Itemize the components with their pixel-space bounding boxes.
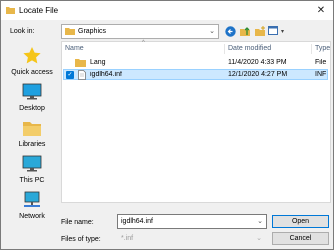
file-type-select[interactable]: *.inf ⌄ bbox=[117, 232, 265, 245]
file-name-label: File name: bbox=[61, 219, 94, 226]
place-label: Network bbox=[19, 213, 45, 220]
back-arrow-icon bbox=[224, 25, 236, 37]
look-in-label: Look in: bbox=[10, 28, 35, 35]
place-network[interactable]: Network bbox=[7, 191, 57, 220]
place-label: Quick access bbox=[11, 69, 53, 76]
file-name-value: igdlh64.inf bbox=[121, 218, 153, 225]
file-name: Lang bbox=[90, 59, 106, 66]
back-button[interactable] bbox=[223, 24, 237, 38]
up-folder-button[interactable] bbox=[238, 24, 252, 38]
chevron-down-icon: ▾ bbox=[280, 28, 284, 35]
open-button[interactable]: Open bbox=[272, 215, 329, 228]
star-icon bbox=[23, 47, 41, 64]
close-icon: ✕ bbox=[316, 5, 326, 16]
close-button[interactable]: ✕ bbox=[309, 1, 333, 20]
place-this-pc[interactable]: This PC bbox=[7, 155, 57, 184]
network-icon bbox=[24, 191, 40, 207]
view-grid-icon bbox=[267, 26, 278, 35]
column-divider[interactable] bbox=[311, 44, 312, 54]
checkbox-checked-icon[interactable]: ✓ bbox=[66, 71, 74, 79]
locate-file-dialog: Locate File ✕ Look in: Graphics ⌄ ▾ Quic… bbox=[0, 0, 334, 250]
place-label: This PC bbox=[19, 177, 45, 184]
file-name-input[interactable]: igdlh64.inf ⌄ bbox=[117, 214, 267, 229]
chevron-down-icon[interactable]: ⌄ bbox=[257, 217, 263, 225]
folder-icon bbox=[6, 7, 15, 14]
libraries-icon bbox=[23, 122, 41, 136]
list-item[interactable]: ✓ igdlh64.inf 12/1/2020 4:27 PM INF F bbox=[63, 69, 328, 80]
new-folder-icon bbox=[254, 25, 265, 36]
chevron-down-icon: ⌄ bbox=[256, 235, 262, 242]
title-bar: Locate File ✕ bbox=[1, 1, 333, 20]
file-type: INF F bbox=[315, 71, 328, 78]
file-list[interactable]: Name ^ Date modified Type Lang 11/4/2020… bbox=[61, 40, 331, 203]
sort-up-icon: ^ bbox=[142, 40, 145, 46]
inf-file-icon bbox=[78, 70, 86, 80]
place-desktop[interactable]: Desktop bbox=[7, 83, 57, 112]
new-folder-button[interactable] bbox=[253, 24, 267, 38]
place-label: Desktop bbox=[19, 105, 45, 112]
places-bar: Quick access Desktop Libraries This PC N… bbox=[7, 43, 57, 229]
place-libraries[interactable]: Libraries bbox=[7, 119, 57, 148]
look-in-dropdown[interactable]: Graphics ⌄ bbox=[61, 24, 219, 39]
column-header-name[interactable]: Name bbox=[65, 45, 84, 52]
up-folder-icon bbox=[239, 26, 250, 36]
desktop-icon bbox=[22, 83, 42, 100]
file-type-value: *.inf bbox=[121, 235, 134, 242]
file-date: 11/4/2020 4:33 PM bbox=[228, 59, 287, 66]
cancel-button[interactable]: Cancel bbox=[272, 232, 329, 245]
file-type: File fo bbox=[315, 59, 328, 66]
place-quick-access[interactable]: Quick access bbox=[7, 47, 57, 76]
folder-icon bbox=[65, 28, 75, 35]
view-menu-button[interactable]: ▾ bbox=[267, 24, 285, 38]
folder-icon bbox=[75, 59, 86, 67]
computer-icon bbox=[22, 155, 42, 172]
chevron-down-icon: ⌄ bbox=[209, 28, 215, 35]
place-label: Libraries bbox=[18, 141, 46, 148]
column-divider[interactable] bbox=[224, 44, 225, 54]
column-header-type[interactable]: Type bbox=[315, 45, 330, 52]
look-in-value: Graphics bbox=[78, 28, 107, 35]
file-date: 12/1/2020 4:27 PM bbox=[228, 71, 288, 78]
file-type-label: Files of type: bbox=[61, 236, 101, 243]
file-name: igdlh64.inf bbox=[90, 71, 122, 78]
window-title: Locate File bbox=[19, 6, 59, 15]
column-header-date[interactable]: Date modified bbox=[228, 45, 271, 52]
list-item[interactable]: Lang 11/4/2020 4:33 PM File fo bbox=[63, 57, 328, 68]
